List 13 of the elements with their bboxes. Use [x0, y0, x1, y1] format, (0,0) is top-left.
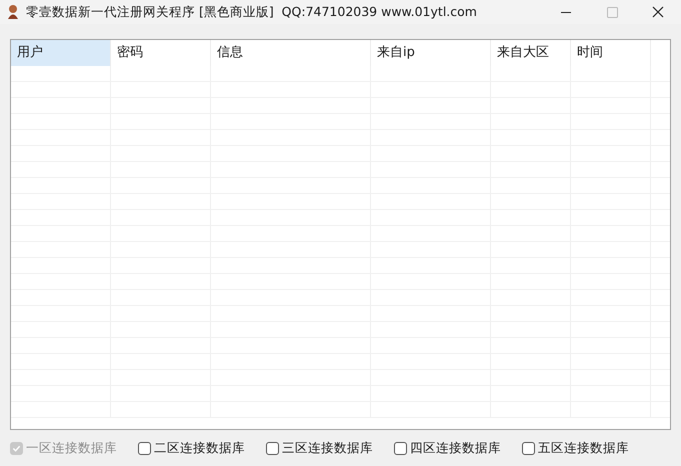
- checkbox[interactable]: [394, 442, 407, 454]
- checkbox[interactable]: [138, 442, 151, 454]
- close-icon[interactable]: [652, 6, 664, 18]
- checkbox-label[interactable]: 三区连接数据库: [282, 438, 373, 458]
- checkbox-label[interactable]: 五区连接数据库: [538, 438, 629, 458]
- app-icon: [6, 4, 20, 20]
- checkbox-label[interactable]: 二区连接数据库: [154, 438, 245, 458]
- window-title: 零壹数据新一代注册网关程序 [黑色商业版] QQ:747102039 www.01ytl.com: [26, 2, 477, 21]
- checkbox[interactable]: [522, 442, 535, 454]
- column-header[interactable]: 用户: [11, 40, 111, 66]
- checkbox[interactable]: [266, 442, 279, 454]
- check-icon: [12, 444, 21, 452]
- checkbox-label[interactable]: 四区连接数据库: [410, 438, 501, 458]
